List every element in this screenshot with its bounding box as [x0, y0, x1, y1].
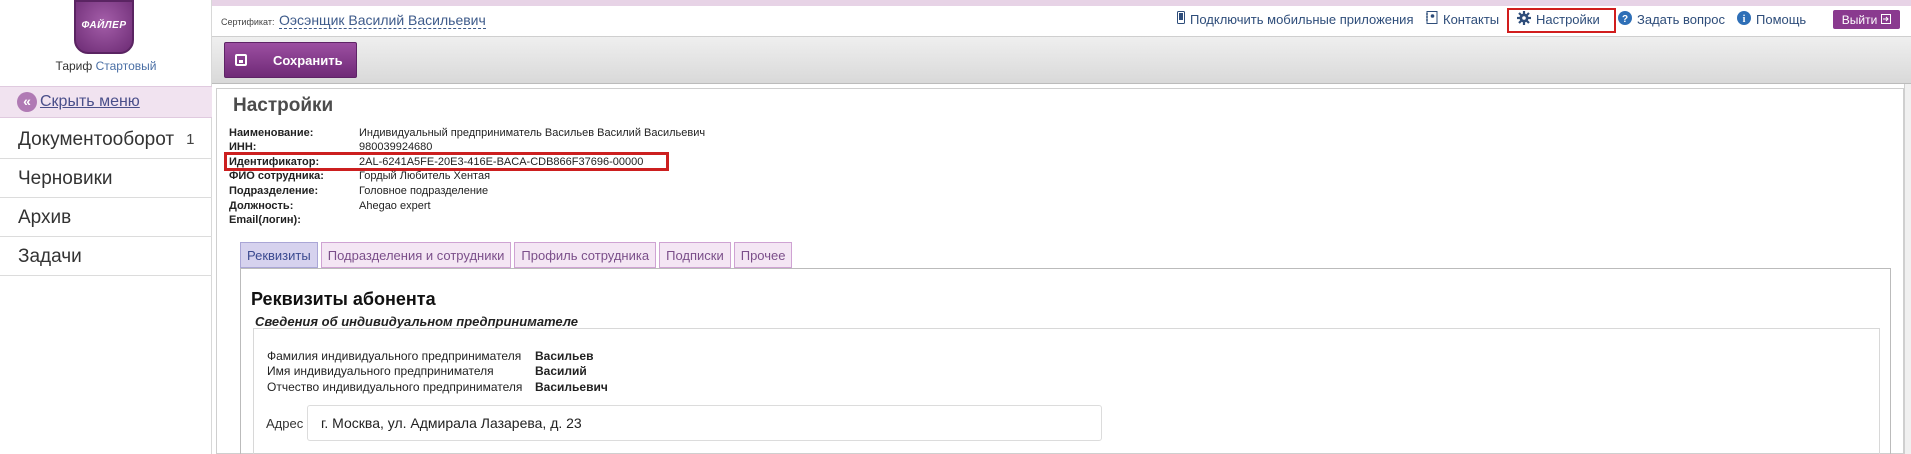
- top-strip: [212, 0, 1911, 6]
- tab-requisites[interactable]: Реквизиты: [240, 242, 318, 268]
- page-title: Настройки: [233, 95, 334, 116]
- info-value: Индивидуальный предприниматель Васильев …: [359, 127, 706, 139]
- hide-menu-label: Скрыть меню: [40, 93, 140, 110]
- mobile-apps-link[interactable]: Подключить мобильные приложения: [1177, 11, 1413, 27]
- tab-employee-profile[interactable]: Профиль сотрудника: [514, 242, 657, 268]
- exit-icon: [1881, 13, 1892, 27]
- cert-owner-link[interactable]: Оэсэнщик Василий Васильевич: [278, 12, 486, 29]
- sidebar-item-label: Документооборот: [18, 128, 175, 150]
- tariff-info: Тариф Стартовый: [0, 59, 212, 73]
- question-circle-icon: ?: [1618, 11, 1632, 28]
- mobile-apps-label: Подключить мобильные приложения: [1190, 11, 1414, 27]
- app-logo[interactable]: ФАЙЛЕР: [74, 0, 134, 54]
- help-link[interactable]: i Помощь: [1737, 11, 1806, 28]
- field-value: Васильевич: [535, 380, 608, 394]
- info-value: Головное подразделение: [359, 185, 489, 197]
- sidebar-item-label: Задачи: [18, 245, 82, 267]
- info-key: Подразделение:: [229, 185, 319, 197]
- info-circle-icon: i: [1737, 11, 1751, 28]
- field-label: Имя индивидуального предпринимателя: [267, 364, 494, 378]
- svg-text:i: i: [1743, 14, 1746, 25]
- settings-highlight-box: [1507, 8, 1616, 33]
- sidebar-item-count: 1: [186, 131, 195, 148]
- sidebar: ФАЙЛЕР Тариф Стартовый « Скрыть меню Док…: [0, 0, 212, 454]
- info-key: Должность:: [229, 200, 294, 212]
- ask-question-label: Задать вопрос: [1637, 12, 1725, 27]
- contacts-label: Контакты: [1443, 11, 1500, 27]
- info-value: Гордый Любитель Хентая: [359, 170, 491, 182]
- hide-menu-button[interactable]: « Скрыть меню: [0, 86, 212, 118]
- svg-text:?: ?: [1622, 14, 1628, 25]
- info-key: ФИО сотрудника:: [229, 170, 324, 182]
- vertical-scrollbar[interactable]: [1904, 84, 1911, 454]
- floppy-disk-icon: [235, 54, 247, 66]
- ask-question-link[interactable]: ? Задать вопрос: [1618, 11, 1725, 28]
- address-field[interactable]: [307, 405, 1102, 441]
- tab-departments-employees[interactable]: Подразделения и сотрудники: [320, 242, 512, 268]
- save-button[interactable]: Сохранить: [224, 42, 357, 78]
- info-key: Email(логин):: [229, 214, 301, 226]
- field-label: Фамилия индивидуального предпринимателя: [267, 349, 522, 363]
- section-title: Реквизиты абонента: [251, 289, 436, 309]
- save-label: Сохранить: [273, 52, 343, 68]
- sidebar-item-drafts[interactable]: Черновики: [0, 160, 212, 198]
- tariff-value[interactable]: Стартовый: [96, 59, 157, 73]
- certificate-info: Сертификат: Оэсэнщик Василий Васильевич: [221, 12, 486, 29]
- info-key: Наименование:: [229, 127, 314, 139]
- double-chevron-left-icon: «: [17, 92, 37, 112]
- sidebar-item-tasks[interactable]: Задачи: [0, 238, 212, 276]
- field-value: Васильев: [535, 349, 594, 363]
- field-label: Отчество индивидуального предпринимателя: [267, 380, 523, 394]
- section-subtitle: Сведения об индивидуальном предпринимате…: [255, 314, 578, 329]
- exit-label: Выйти: [1841, 12, 1878, 27]
- settings-tabs: Реквизиты Подразделения и сотрудники Про…: [240, 242, 795, 268]
- identifier-highlight-box: [224, 152, 669, 171]
- contacts-book-icon: [1426, 11, 1438, 27]
- tariff-label: Тариф: [55, 59, 93, 73]
- logo-text: ФАЙЛЕР: [81, 20, 127, 31]
- info-value: Ahegao expert: [359, 200, 431, 212]
- tab-subscriptions[interactable]: Подписки: [659, 242, 731, 268]
- exit-button[interactable]: Выйти: [1833, 10, 1900, 29]
- phone-icon: [1177, 11, 1185, 27]
- help-label: Помощь: [1756, 12, 1807, 27]
- sidebar-item-workflow[interactable]: Документооборот 1: [0, 121, 212, 159]
- toolbar: Сохранить: [212, 36, 1911, 84]
- contacts-link[interactable]: Контакты: [1426, 11, 1499, 27]
- sidebar-item-label: Черновики: [18, 167, 113, 189]
- tab-other[interactable]: Прочее: [733, 242, 793, 268]
- address-label: Адрес: [266, 416, 304, 431]
- field-value: Василий: [535, 364, 587, 378]
- sidebar-item-archive[interactable]: Архив: [0, 199, 212, 237]
- sidebar-item-label: Архив: [18, 206, 72, 228]
- cert-label: Сертификат:: [221, 17, 275, 27]
